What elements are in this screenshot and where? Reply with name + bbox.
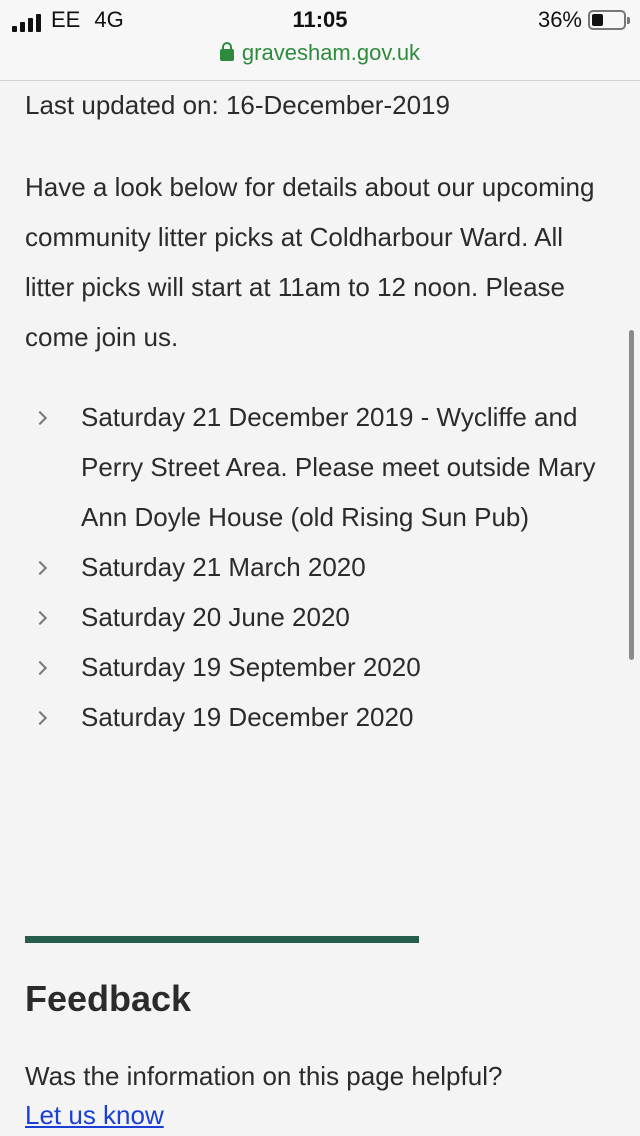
list-item: Saturday 20 June 2020 [25, 592, 615, 642]
status-bar: EE 4G 11:05 36% gravesham.gov.uk [0, 0, 640, 81]
battery-icon [588, 10, 630, 30]
last-updated: Last updated on: 16-December-2019 [25, 90, 450, 120]
battery-percentage: 36% [537, 7, 582, 32]
section-divider [25, 936, 419, 943]
chevron-right-icon [32, 660, 48, 676]
intro-text: Have a look below for details about our … [25, 172, 595, 352]
url-text: gravesham.gov.uk [241, 40, 421, 65]
chevron-right-icon [32, 710, 48, 726]
chevron-right-icon [32, 610, 48, 626]
chevron-right-icon [32, 560, 48, 576]
chevron-right-icon [32, 410, 48, 426]
let-us-know-link[interactable]: Let us know [25, 1095, 164, 1135]
list-item: Saturday 19 December 2020 [25, 692, 615, 742]
lock-icon [219, 42, 234, 61]
list-item: Saturday 19 September 2020 [25, 642, 615, 692]
list-item: Saturday 21 March 2020 [25, 542, 615, 592]
scrollbar[interactable] [629, 330, 634, 660]
feedback-question: Was the information on this page helpful… [25, 1061, 503, 1091]
main-content: Last updated on: 16-December-2019 Have a… [25, 80, 615, 742]
list-item: Saturday 21 December 2019 - Wycliffe and… [25, 392, 615, 542]
feedback-heading: Feedback [25, 978, 192, 1019]
litter-pick-list: Saturday 21 December 2019 - Wycliffe and… [25, 392, 615, 742]
status-right: 36% [537, 7, 630, 32]
url-bar[interactable]: gravesham.gov.uk [0, 40, 640, 66]
